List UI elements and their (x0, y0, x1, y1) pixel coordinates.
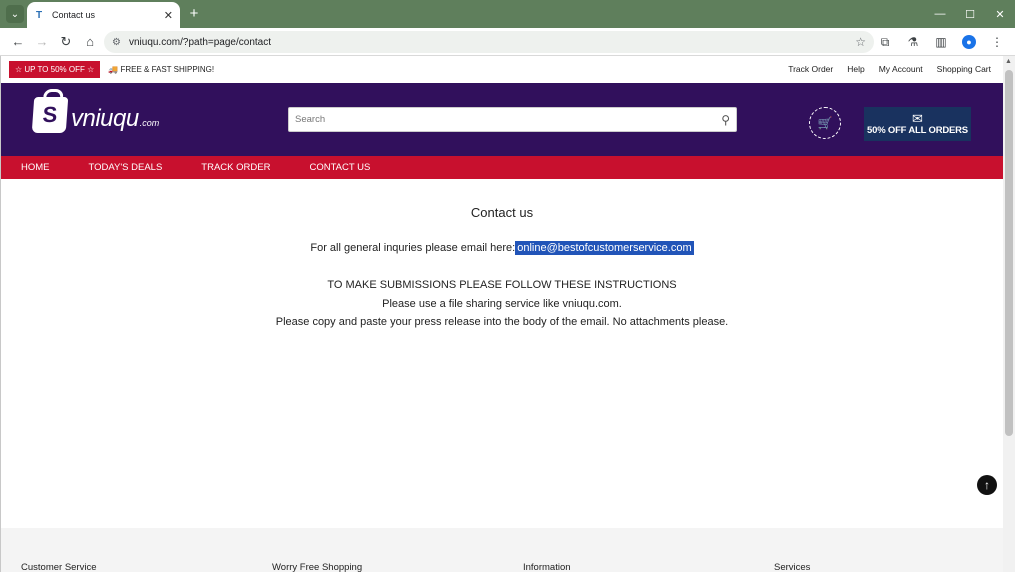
logo-text: vniuqu (71, 105, 139, 132)
tab-title: Contact us (52, 10, 96, 20)
nav-track-order[interactable]: TRACK ORDER (201, 162, 270, 173)
promo-bar: ☆ UP TO 50% OFF ☆ 🚚 FREE & FAST SHIPPING… (1, 56, 1003, 83)
browser-tab[interactable]: T Contact us ✕ (27, 2, 180, 28)
envelope-icon: ✉ (912, 111, 923, 126)
reload-icon[interactable]: ↻ (54, 30, 78, 54)
forward-icon[interactable]: → (30, 30, 54, 54)
contact-content: Contact us For all general inquries plea… (1, 179, 1003, 528)
footer-worry-free: Worry Free Shopping (272, 562, 363, 572)
scrollbar-thumb[interactable] (1005, 70, 1013, 436)
page-viewport: ☆ UP TO 50% OFF ☆ 🚚 FREE & FAST SHIPPING… (0, 56, 1003, 572)
profile-icon[interactable]: ● (957, 30, 981, 54)
close-tab-icon[interactable]: ✕ (164, 9, 173, 22)
nav-todays-deals[interactable]: TODAY'S DEALS (89, 162, 163, 173)
avatar: ● (962, 35, 976, 49)
labs-icon[interactable]: ⚗ (901, 30, 925, 54)
back-icon[interactable]: ← (6, 30, 30, 54)
close-window-icon[interactable]: ✕ (985, 0, 1015, 28)
deal-text: 50% OFF ALL ORDERS (867, 125, 968, 136)
url-text[interactable]: vniuqu.com/?path=page/contact (129, 37, 855, 48)
logo-suffix: .com (139, 118, 160, 128)
menu-icon[interactable]: ⋮ (985, 30, 1009, 54)
window-controls: — ☐ ✕ (925, 0, 1015, 28)
track-order-link[interactable]: Track Order (788, 64, 833, 74)
footer-customer-service: Customer Service (21, 562, 97, 572)
maximize-icon[interactable]: ☐ (955, 0, 985, 28)
site-info-icon[interactable]: ⚙ (112, 37, 121, 48)
instruction-2: Please copy and paste your press release… (275, 316, 729, 328)
contact-email[interactable]: online@bestofcustomerservice.com (515, 241, 694, 255)
search-input[interactable] (295, 114, 722, 125)
inquiry-line: For all general inquries please email he… (1, 241, 1003, 255)
shipping-text: 🚚 FREE & FAST SHIPPING! (108, 65, 215, 74)
shopping-bag-icon: S (31, 97, 69, 133)
promo-badge[interactable]: ☆ UP TO 50% OFF ☆ (9, 61, 101, 78)
site-logo[interactable]: S vniuqu .com (31, 97, 160, 133)
nav-home[interactable]: HOME (21, 162, 50, 173)
search-box: ⚲ (288, 107, 737, 132)
nav-contact-us[interactable]: CONTACT US (309, 162, 370, 173)
main-nav: HOME TODAY'S DEALS TRACK ORDER CONTACT U… (1, 156, 1003, 179)
footer-information: Information (523, 562, 571, 572)
site-favicon-icon: T (35, 9, 43, 21)
search-icon[interactable]: ⚲ (721, 113, 730, 127)
instructions-heading: TO MAKE SUBMISSIONS PLEASE FOLLOW THESE … (327, 279, 677, 291)
scroll-up-icon[interactable]: ▲ (1005, 58, 1012, 65)
browser-toolbar: ← → ↻ ⌂ ⚙ vniuqu.com/?path=page/contact … (0, 28, 1015, 56)
top-links: Track Order Help My Account Shopping Car… (788, 64, 991, 74)
back-to-top-icon[interactable]: ↑ (977, 475, 997, 495)
toolbar-actions: ⧉ ⚗ ▥ ● ⋮ (873, 30, 1009, 54)
tab-search-button[interactable]: ⌄ (6, 5, 24, 23)
home-icon[interactable]: ⌂ (78, 30, 102, 54)
side-panel-icon[interactable]: ▥ (929, 30, 953, 54)
browser-tab-bar: ⌄ T Contact us ✕ + — ☐ ✕ (0, 0, 1015, 28)
footer-services: Services (774, 562, 811, 572)
help-link[interactable]: Help (847, 64, 864, 74)
shopping-cart-link[interactable]: Shopping Cart (937, 64, 991, 74)
extensions-icon[interactable]: ⧉ (873, 30, 897, 54)
cart-icon[interactable]: 🛒 (809, 107, 841, 139)
new-tab-button[interactable]: + (186, 4, 202, 22)
bookmark-star-icon[interactable]: ☆ (855, 35, 866, 49)
inquiry-text: For all general inquries please email he… (310, 242, 516, 254)
my-account-link[interactable]: My Account (879, 64, 923, 74)
minimize-icon[interactable]: — (925, 0, 955, 28)
page-scrollbar[interactable]: ▲ (1003, 56, 1015, 572)
page-title: Contact us (470, 205, 534, 220)
instruction-1: Please use a file sharing service like v… (382, 298, 622, 310)
deal-banner[interactable]: ✉ 50% OFF ALL ORDERS (864, 107, 971, 141)
site-header: S vniuqu .com ⚲ 🛒 ✉ 50% OFF ALL ORDERS (1, 83, 1003, 156)
site-footer: Customer Service Worry Free Shopping Inf… (1, 528, 1003, 572)
address-bar[interactable]: ⚙ vniuqu.com/?path=page/contact ☆ (104, 31, 874, 53)
footer-headings: Customer Service Worry Free Shopping Inf… (21, 562, 1003, 572)
